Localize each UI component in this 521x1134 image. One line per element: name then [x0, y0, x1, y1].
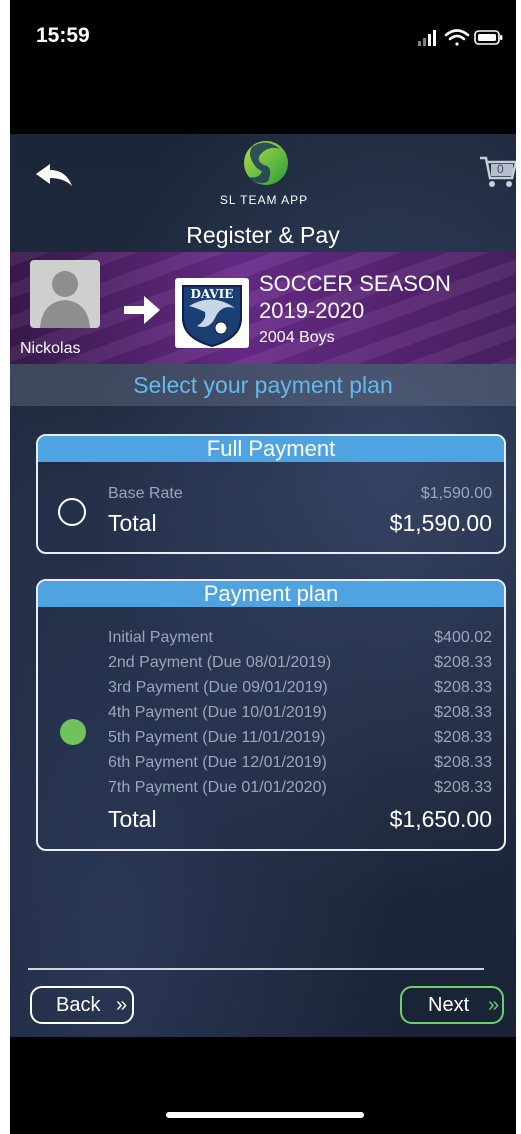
signal-icon — [418, 30, 436, 46]
row-label: 3rd Payment (Due 09/01/2019) — [108, 679, 328, 696]
registration-banner: Nickolas DAVIE SOCCER SEASON 2019-2020 2… — [10, 252, 516, 364]
select-plan-prompt: Select your payment plan — [133, 372, 393, 398]
plan-row: 4th Payment (Due 10/01/2019) $208.33 — [108, 704, 492, 722]
row-value: $1,590.00 — [420, 485, 492, 502]
plan-row: 2nd Payment (Due 08/01/2019) $208.33 — [108, 654, 492, 672]
full-payment-radio[interactable] — [58, 498, 86, 526]
status-time: 15:59 — [36, 24, 90, 47]
chevron-right-icon: » — [116, 994, 128, 1016]
total-value: $1,590.00 — [389, 510, 492, 536]
row-label: 7th Payment (Due 01/01/2020) — [108, 779, 327, 796]
logo-text: SL TEAM APP — [219, 193, 309, 207]
arrow-right-icon — [124, 296, 160, 324]
row-value: $208.33 — [434, 754, 492, 771]
row-label: 5th Payment (Due 11/01/2019) — [108, 729, 326, 746]
total-value: $1,650.00 — [389, 806, 492, 832]
plan-row: 3rd Payment (Due 09/01/2019) $208.33 — [108, 679, 492, 697]
payment-plan-card[interactable]: Payment plan Initial Payment $400.02 2nd… — [36, 579, 506, 851]
cart-button[interactable]: 0 — [478, 152, 516, 192]
logo-mark-icon — [244, 141, 288, 185]
back-button[interactable]: Back » — [30, 986, 134, 1024]
row-label: 4th Payment (Due 10/01/2019) — [108, 704, 327, 721]
row-value: $208.33 — [434, 704, 492, 721]
next-label: Next — [428, 994, 470, 1016]
home-indicator — [166, 1112, 364, 1118]
footer-divider — [28, 968, 484, 970]
payment-plan-total: Total $1,650.00 — [108, 806, 492, 833]
plan-row: 6th Payment (Due 12/01/2019) $208.33 — [108, 754, 492, 772]
plan-row: 7th Payment (Due 01/01/2020) $208.33 — [108, 779, 492, 797]
back-label: Back — [56, 994, 101, 1016]
row-value: $208.33 — [434, 729, 492, 746]
battery-icon — [474, 30, 503, 45]
select-plan-bar: Select your payment plan — [10, 364, 516, 406]
row-value: $208.33 — [434, 779, 492, 796]
season-year: 2019-2020 — [259, 298, 365, 323]
row-label: Base Rate — [108, 485, 183, 502]
chevron-right-icon: » — [488, 994, 500, 1016]
season-group: 2004 Boys — [259, 329, 335, 346]
row-label: Initial Payment — [108, 629, 213, 646]
cart-count: 0 — [497, 162, 504, 176]
phone-screen: 15:59 SL TEAM APP 0 Register & Pay — [10, 0, 516, 1134]
member-name: Nickolas — [20, 340, 81, 357]
row-value: $400.02 — [434, 629, 492, 646]
full-payment-card[interactable]: Full Payment Base Rate $1,590.00 Total $… — [36, 434, 506, 554]
payment-plan-radio[interactable] — [60, 719, 86, 745]
team-logo: DAVIE — [175, 278, 249, 348]
team-crest-icon: DAVIE — [182, 285, 242, 348]
season-title: SOCCER SEASON — [259, 271, 451, 296]
plan-row: 5th Payment (Due 11/01/2019) $208.33 — [108, 729, 492, 747]
total-label: Total — [108, 510, 157, 536]
full-payment-row: Base Rate $1,590.00 — [108, 485, 492, 503]
payment-plan-title: Payment plan — [38, 581, 504, 607]
next-button[interactable]: Next » — [400, 986, 504, 1024]
avatar — [30, 260, 100, 328]
user-silhouette-icon — [40, 271, 90, 328]
team-logo-text: DAVIE — [191, 287, 234, 301]
full-payment-title: Full Payment — [38, 436, 504, 462]
full-payment-total: Total $1,590.00 — [108, 510, 492, 537]
status-icons — [418, 29, 503, 46]
app-logo: SL TEAM APP — [208, 137, 320, 209]
page-title: Register & Pay — [186, 222, 340, 248]
row-label: 6th Payment (Due 12/01/2019) — [108, 754, 327, 771]
wifi-icon — [444, 29, 470, 46]
row-label: 2nd Payment (Due 08/01/2019) — [108, 654, 332, 671]
total-label: Total — [108, 806, 157, 832]
back-arrow-icon[interactable] — [32, 160, 76, 192]
plan-row: Initial Payment $400.02 — [108, 629, 492, 647]
row-value: $208.33 — [434, 654, 492, 671]
row-value: $208.33 — [434, 679, 492, 696]
